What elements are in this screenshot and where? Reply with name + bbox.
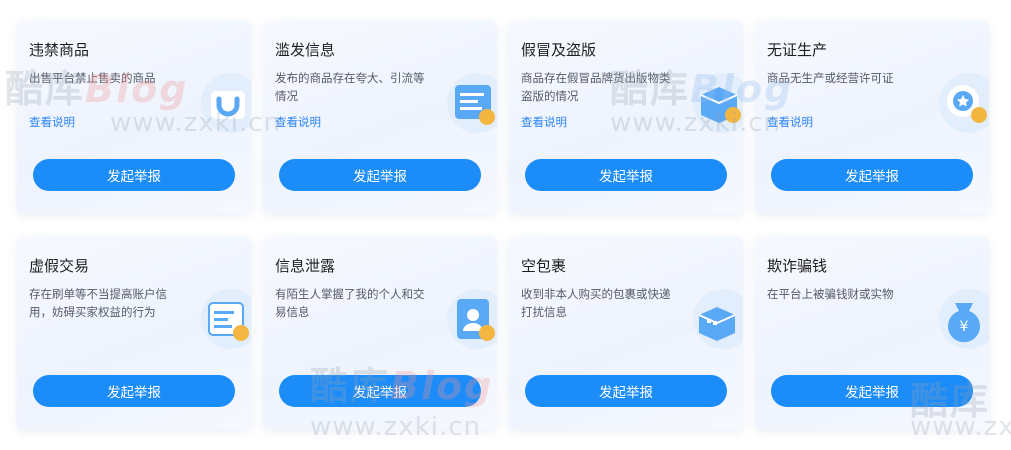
- report-card-info-leak: 信息泄露 有陌生人掌握了我的个人和交易信息 发起举报: [263, 237, 497, 430]
- empty-package-icon: [693, 289, 743, 349]
- card-desc: 出售平台禁止售卖的商品: [29, 71, 156, 85]
- bag-icon: [201, 73, 251, 133]
- report-button[interactable]: 发起举报: [33, 375, 235, 407]
- report-button[interactable]: 发起举报: [279, 159, 481, 191]
- card-desc: 在平台上被骗钱财或实物: [767, 287, 894, 301]
- card-title: 虚假交易: [29, 257, 90, 275]
- card-title: 滥发信息: [275, 41, 336, 59]
- report-card-counterfeit: 假冒及盗版 商品存在假冒品牌货出版物类盗版的情况 查看说明 发起举报: [509, 21, 743, 214]
- report-card-unlicensed-production: 无证生产 商品无生产或经营许可证 查看说明 发起举报: [755, 21, 989, 214]
- card-title: 空包裹: [521, 257, 567, 275]
- report-button[interactable]: 发起举报: [525, 375, 727, 407]
- card-title: 欺诈骗钱: [767, 257, 828, 275]
- card-desc: 存在刷单等不当提高账户信用，妨碍买家权益的行为: [29, 287, 167, 319]
- view-details-link[interactable]: 查看说明: [521, 114, 567, 130]
- card-desc: 发布的商品存在夸大、引流等情况: [275, 71, 425, 103]
- receipt-icon: [201, 289, 251, 349]
- report-button[interactable]: 发起举报: [279, 375, 481, 407]
- card-title: 信息泄露: [275, 257, 336, 275]
- view-details-link[interactable]: 查看说明: [767, 114, 813, 130]
- certificate-icon: [939, 73, 989, 133]
- document-icon: [447, 73, 497, 133]
- report-card-prohibited-goods: 违禁商品 出售平台禁止售卖的商品 查看说明 发起举报: [17, 21, 251, 214]
- id-card-icon: [447, 289, 497, 349]
- card-title: 无证生产: [767, 41, 828, 59]
- card-desc: 收到非本人购买的包裹或快递打扰信息: [521, 287, 671, 319]
- card-title: 假冒及盗版: [521, 41, 597, 59]
- report-button[interactable]: 发起举报: [33, 159, 235, 191]
- view-details-link[interactable]: 查看说明: [29, 114, 75, 130]
- report-button[interactable]: 发起举报: [771, 159, 973, 191]
- report-button[interactable]: 发起举报: [771, 375, 973, 407]
- report-button[interactable]: 发起举报: [525, 159, 727, 191]
- report-card-spam-info: 滥发信息 发布的商品存在夸大、引流等情况 查看说明 发起举报: [263, 21, 497, 214]
- card-desc: 有陌生人掌握了我的个人和交易信息: [275, 287, 425, 319]
- box-icon: [693, 73, 743, 133]
- card-desc: 商品存在假冒品牌货出版物类盗版的情况: [521, 71, 671, 103]
- view-details-link[interactable]: 查看说明: [275, 114, 321, 130]
- report-card-fake-transaction: 虚假交易 存在刷单等不当提高账户信用，妨碍买家权益的行为 发起举报: [17, 237, 251, 430]
- svg-text:¥: ¥: [960, 319, 969, 335]
- report-card-empty-package: 空包裹 收到非本人购买的包裹或快递打扰信息 发起举报: [509, 237, 743, 430]
- card-desc: 商品无生产或经营许可证: [767, 71, 894, 85]
- card-title: 违禁商品: [29, 41, 90, 59]
- report-card-fraud: 欺诈骗钱 在平台上被骗钱财或实物 ¥ 发起举报: [755, 237, 989, 430]
- money-bag-icon: ¥: [939, 289, 989, 349]
